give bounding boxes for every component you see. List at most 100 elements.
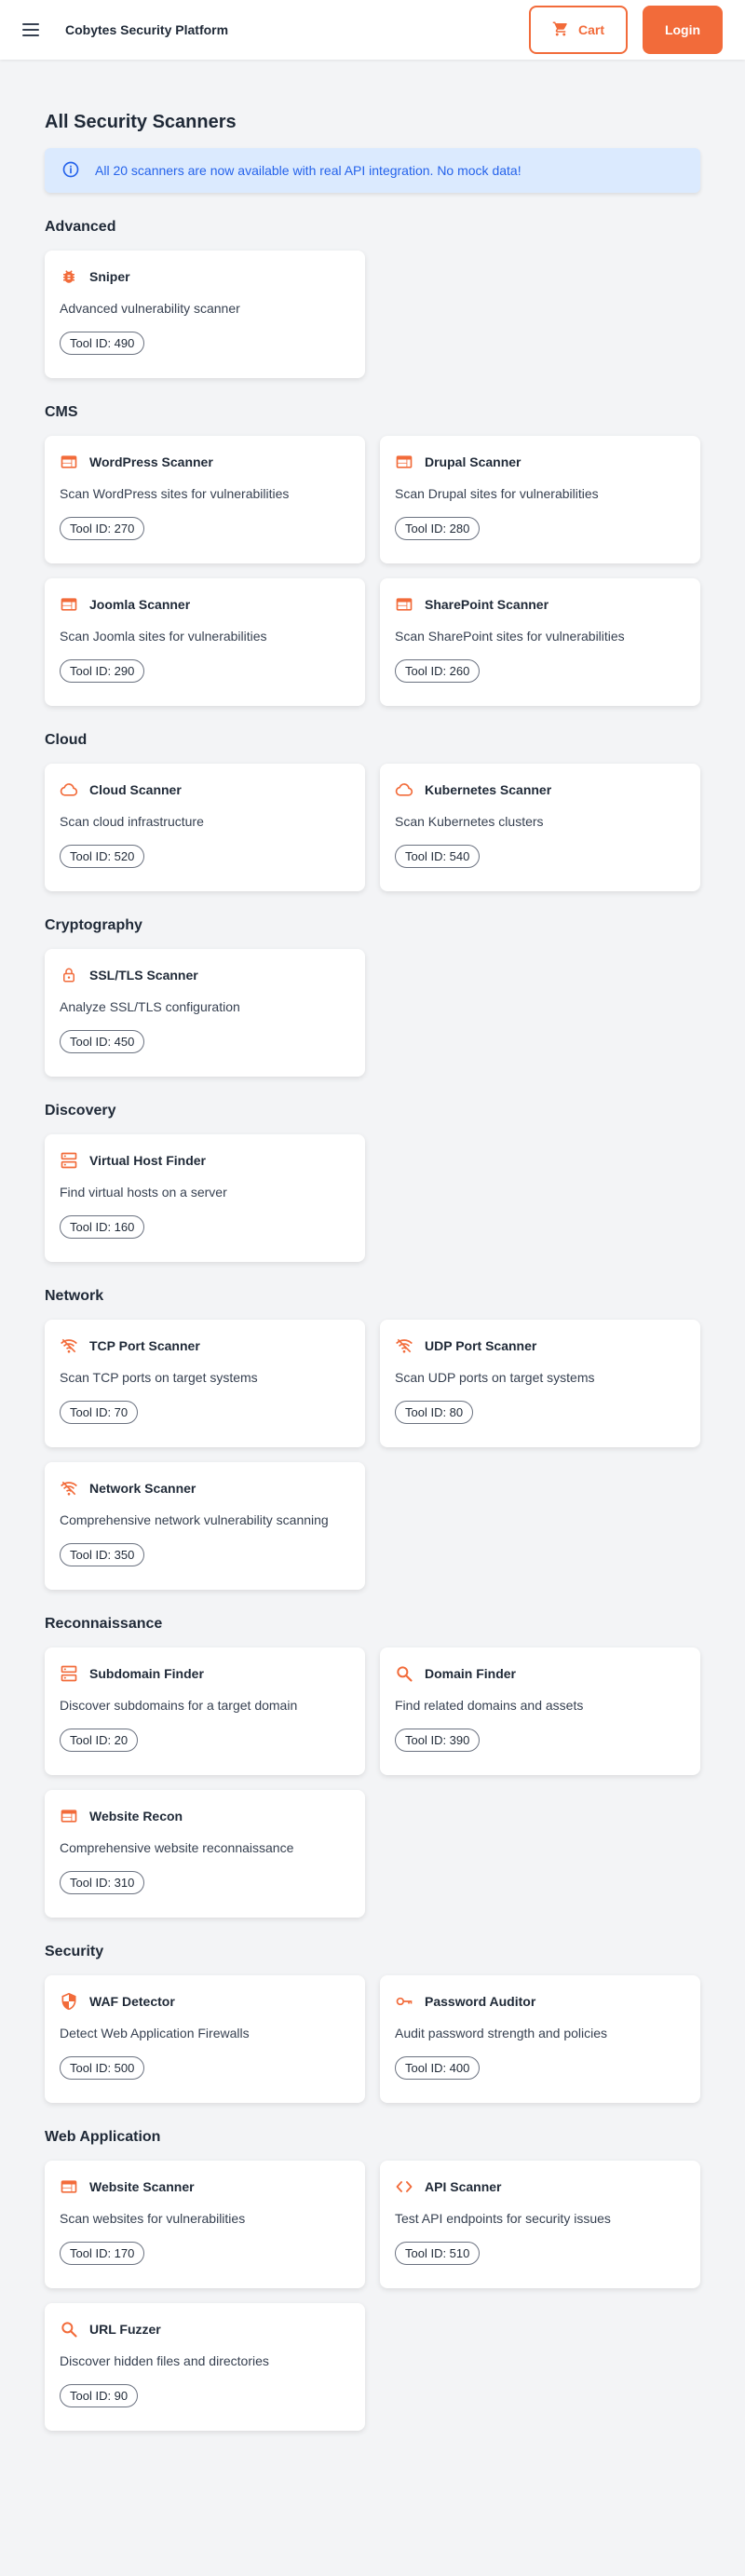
- scanner-grid: SSL/TLS Scanner Analyze SSL/TLS configura…: [45, 949, 700, 1077]
- cloud-icon: [60, 780, 78, 799]
- tool-id-badge: Tool ID: 260: [395, 659, 481, 683]
- page-title: All Security Scanners: [45, 112, 237, 132]
- scanner-name: WordPress Scanner: [89, 454, 213, 469]
- card-header: Network Scanner: [60, 1479, 350, 1498]
- scanner-card-wordpress-scanner[interactable]: WordPress Scanner Scan WordPress sites fo…: [45, 436, 365, 563]
- scanner-name: API Scanner: [425, 2179, 502, 2194]
- category-section-cloud: Cloud Cloud Scanner Scan cloud infrastruct…: [45, 732, 700, 891]
- cart-button[interactable]: Cart: [529, 6, 628, 54]
- category-title: Cloud: [45, 732, 88, 748]
- top-app-bar: Cobytes Security Platform Cart Login: [0, 0, 745, 60]
- scanner-description: Discover hidden files and directories: [60, 2353, 269, 2368]
- main-content: All Security Scanners All 20 scanners ar…: [0, 112, 745, 2431]
- card-header: Website Recon: [60, 1807, 350, 1825]
- card-header: WordPress Scanner: [60, 453, 350, 471]
- scanner-name: Drupal Scanner: [425, 454, 522, 469]
- tool-id-badge: Tool ID: 350: [60, 1543, 145, 1566]
- scanner-grid: Website Scanner Scan websites for vulnera…: [45, 2161, 700, 2431]
- scanner-card-sniper[interactable]: Sniper Advanced vulnerability scanner Tool…: [45, 251, 365, 378]
- scanner-card-api-scanner[interactable]: API Scanner Test API endpoints for securi…: [380, 2161, 700, 2288]
- network-icon: [60, 1336, 78, 1355]
- category-title: CMS: [45, 404, 78, 420]
- scanner-name: SSL/TLS Scanner: [89, 968, 198, 983]
- login-button[interactable]: Login: [643, 6, 723, 54]
- scanner-card-joomla-scanner[interactable]: Joomla Scanner Scan Joomla sites for vuln…: [45, 578, 365, 706]
- scanner-card-password-auditor[interactable]: Password Auditor Audit password strength …: [380, 1975, 700, 2103]
- scanner-card-subdomain-finder[interactable]: Subdomain Finder Discover subdomains for …: [45, 1647, 365, 1775]
- scanner-description: Comprehensive network vulnerability scan…: [60, 1512, 329, 1527]
- tool-id-badge: Tool ID: 310: [60, 1871, 145, 1894]
- tool-id-badge: Tool ID: 290: [60, 659, 145, 683]
- code-icon: [395, 2177, 413, 2196]
- scanner-description: Scan Kubernetes clusters: [395, 814, 544, 829]
- tool-id-badge: Tool ID: 170: [60, 2242, 145, 2265]
- scanner-card-website-recon[interactable]: Website Recon Comprehensive website recon…: [45, 1790, 365, 1918]
- scanner-grid: Subdomain Finder Discover subdomains for …: [45, 1647, 700, 1918]
- tool-id-badge: Tool ID: 160: [60, 1215, 145, 1239]
- card-header: WAF Detector: [60, 1992, 350, 2011]
- scanner-name: Website Scanner: [89, 2179, 195, 2194]
- category-title: Advanced: [45, 219, 116, 235]
- card-header: Cloud Scanner: [60, 780, 350, 799]
- scanner-card-domain-finder[interactable]: Domain Finder Find related domains and as…: [380, 1647, 700, 1775]
- cart-icon: [552, 20, 569, 40]
- app-title: Cobytes Security Platform: [65, 22, 229, 37]
- scanner-name: Network Scanner: [89, 1481, 196, 1496]
- scanner-description: Scan TCP ports on target systems: [60, 1370, 258, 1385]
- scanner-card-network-scanner[interactable]: Network Scanner Comprehensive network vul…: [45, 1462, 365, 1590]
- card-header: Virtual Host Finder: [60, 1151, 350, 1170]
- tool-id-badge: Tool ID: 280: [395, 517, 481, 540]
- category-title: Security: [45, 1944, 104, 1959]
- category-title: Cryptography: [45, 917, 142, 933]
- scanner-card-waf-detector[interactable]: WAF Detector Detect Web Application Firew…: [45, 1975, 365, 2103]
- scanner-name: Virtual Host Finder: [89, 1153, 206, 1168]
- scanner-description: Find virtual hosts on a server: [60, 1185, 227, 1200]
- scanner-description: Scan Joomla sites for vulnerabilities: [60, 629, 267, 644]
- category-section-cryptography: Cryptography SSL/TLS Scanner Analyze SSL/T…: [45, 917, 700, 1077]
- scanner-card-sharepoint-scanner[interactable]: SharePoint Scanner Scan SharePoint sites …: [380, 578, 700, 706]
- scanner-card-drupal-scanner[interactable]: Drupal Scanner Scan Drupal sites for vuln…: [380, 436, 700, 563]
- scanner-card-website-scanner[interactable]: Website Scanner Scan websites for vulnera…: [45, 2161, 365, 2288]
- card-header: Kubernetes Scanner: [395, 780, 685, 799]
- scanner-name: UDP Port Scanner: [425, 1338, 537, 1353]
- card-header: SharePoint Scanner: [395, 595, 685, 614]
- scanner-grid: Cloud Scanner Scan cloud infrastructure To…: [45, 764, 700, 891]
- category-section-network: Network TCP Port Scanner Scan TCP ports on…: [45, 1288, 700, 1590]
- cart-label: Cart: [577, 22, 604, 37]
- scanner-card-ssl-tls-scanner[interactable]: SSL/TLS Scanner Analyze SSL/TLS configura…: [45, 949, 365, 1077]
- lock-icon: [60, 966, 78, 984]
- scanner-description: Audit password strength and policies: [395, 2026, 608, 2040]
- scanner-card-url-fuzzer[interactable]: URL Fuzzer Discover hidden files and dire…: [45, 2303, 365, 2431]
- scanner-card-udp-port-scanner[interactable]: UDP Port Scanner Scan UDP ports on target…: [380, 1320, 700, 1447]
- scanner-description: Detect Web Application Firewalls: [60, 2026, 250, 2040]
- scanner-name: Cloud Scanner: [89, 782, 182, 797]
- tool-id-badge: Tool ID: 450: [60, 1030, 145, 1053]
- category-section-security: Security WAF Detector Detect Web Applicati…: [45, 1944, 700, 2103]
- scanner-grid: TCP Port Scanner Scan TCP ports on target…: [45, 1320, 700, 1590]
- card-header: Drupal Scanner: [395, 453, 685, 471]
- tool-id-badge: Tool ID: 20: [60, 1729, 139, 1752]
- scanner-card-cloud-scanner[interactable]: Cloud Scanner Scan cloud infrastructure To…: [45, 764, 365, 891]
- tool-id-badge: Tool ID: 270: [60, 517, 145, 540]
- category-title: Reconnaissance: [45, 1616, 163, 1632]
- network-icon: [395, 1336, 413, 1355]
- scanner-name: Joomla Scanner: [89, 597, 191, 612]
- info-text: All 20 scanners are now available with r…: [95, 163, 522, 178]
- scanner-grid: Sniper Advanced vulnerability scanner Tool…: [45, 251, 700, 378]
- menu-icon[interactable]: [22, 19, 45, 41]
- scanner-card-kubernetes-scanner[interactable]: Kubernetes Scanner Scan Kubernetes cluste…: [380, 764, 700, 891]
- scanner-description: Discover subdomains for a target domain: [60, 1698, 298, 1713]
- scanner-name: SharePoint Scanner: [425, 597, 549, 612]
- card-header: SSL/TLS Scanner: [60, 966, 350, 984]
- tool-id-badge: Tool ID: 90: [60, 2384, 139, 2407]
- web-icon: [60, 453, 78, 471]
- card-header: TCP Port Scanner: [60, 1336, 350, 1355]
- scanner-description: Scan SharePoint sites for vulnerabilitie…: [395, 629, 625, 644]
- card-header: URL Fuzzer: [60, 2320, 350, 2339]
- scanner-grid: Virtual Host Finder Find virtual hosts on…: [45, 1134, 700, 1262]
- tool-id-badge: Tool ID: 540: [395, 845, 481, 868]
- scanner-description: Scan Drupal sites for vulnerabilities: [395, 486, 599, 501]
- category-section-reconnaissance: Reconnaissance Subdomain Finder Discover s…: [45, 1616, 700, 1918]
- scanner-card-tcp-port-scanner[interactable]: TCP Port Scanner Scan TCP ports on target…: [45, 1320, 365, 1447]
- scanner-card-virtual-host-finder[interactable]: Virtual Host Finder Find virtual hosts on…: [45, 1134, 365, 1262]
